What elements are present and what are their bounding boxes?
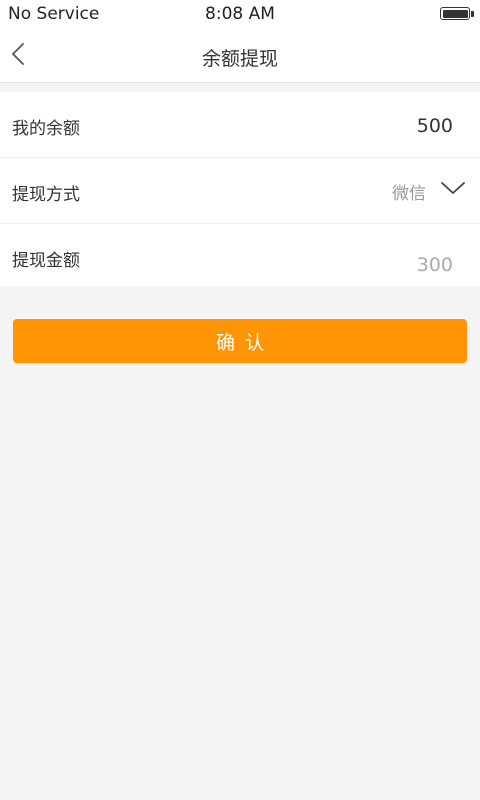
balance-value: 500 [416,115,453,137]
amount-row: 提现金额 [0,224,480,286]
clock: 8:08 AM [205,4,275,24]
method-selected-value: 微信 [392,184,426,204]
method-select[interactable]: 微信 [348,172,468,206]
page-title: 余额提现 [201,48,278,70]
amount-label: 提现金额 [12,251,80,271]
navigation-bar: 余额提现 [0,30,480,83]
balance-label: 我的余额 [12,119,80,139]
method-label: 提现方式 [12,185,80,205]
battery-tip [471,11,474,17]
method-row: 提现方式 微信 [0,158,480,224]
balance-row: 我的余额 500 [0,92,480,158]
status-bar: No Service 8:08 AM [0,0,480,30]
confirm-button[interactable]: 确认 [13,319,467,363]
amount-input[interactable] [253,254,453,276]
withdraw-form: 我的余额 500 提现方式 微信 提现金额 [0,92,480,286]
battery-icon [440,7,470,20]
chevron-down-icon [441,182,465,194]
